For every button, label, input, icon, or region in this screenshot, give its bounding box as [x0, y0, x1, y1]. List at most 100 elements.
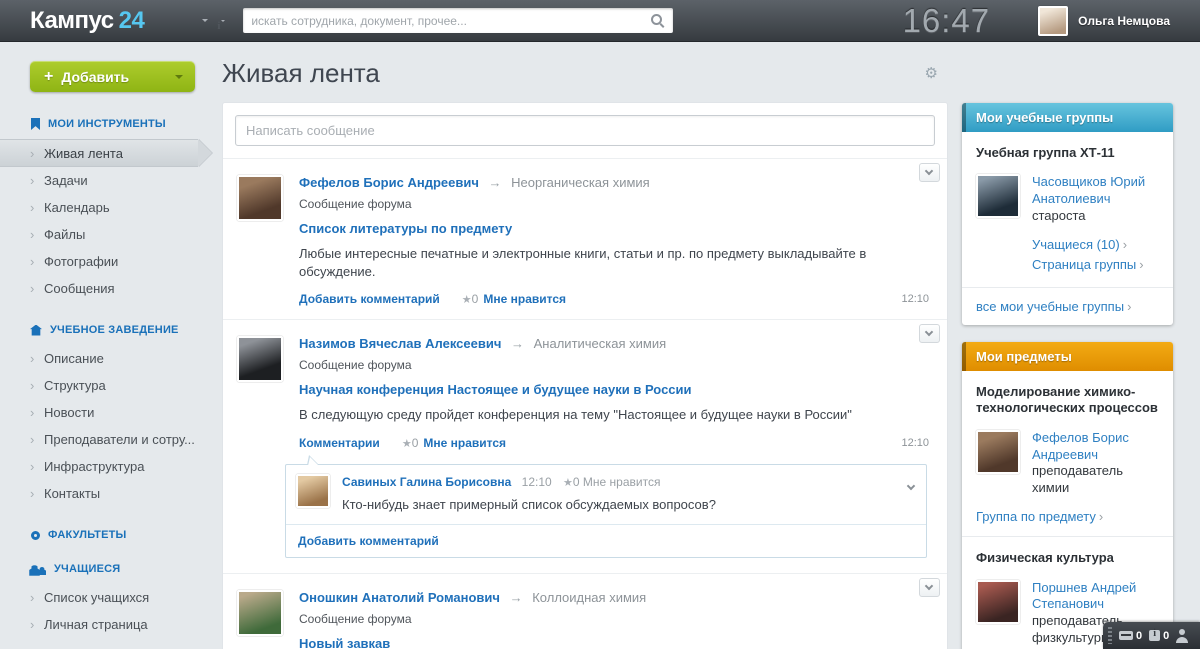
global-search [243, 8, 673, 33]
add-comment-link[interactable]: Добавить комментарий [298, 534, 439, 548]
plus-icon: + [44, 68, 53, 86]
sidebar-item-calendar[interactable]: Календарь [0, 194, 212, 221]
add-comment-link[interactable]: Добавить комментарий [299, 292, 440, 306]
avatar[interactable] [976, 580, 1020, 624]
subject-name[interactable]: Физическая культура [976, 550, 1159, 566]
bookmark-icon [31, 118, 40, 130]
post-time: 12:10 [901, 437, 929, 449]
post-author-link[interactable]: Назимов Вячеслав Алексеевич [299, 336, 501, 351]
top-bar: Кампус24 16:47 Ольга Немцова [0, 0, 1200, 42]
avatar[interactable] [237, 175, 283, 221]
comment-author-link[interactable]: Савиных Галина Борисовна [342, 475, 511, 489]
group-name[interactable]: Учебная группа ХТ-11 [976, 145, 1159, 161]
feed-post: Назимов Вячеслав Алексеевич → Аналитичес… [223, 319, 947, 572]
sidebar-item-files[interactable]: Файлы [0, 221, 212, 248]
like-label[interactable]: Мне нравится [583, 475, 661, 489]
chevron-right-icon: › [1099, 509, 1103, 524]
main-column: Живая лента ⚙ Фефелов Борис Андреевич → … [222, 42, 948, 649]
teacher-link[interactable]: Поршнев Андрей Степанович [1032, 580, 1136, 612]
feed-post: Фефелов Борис Андреевич → Неорганическая… [223, 158, 947, 319]
drag-handle-icon[interactable] [1108, 627, 1112, 644]
avatar[interactable] [296, 474, 330, 508]
post-title-link[interactable]: Научная конференция Настоящее и будущее … [299, 382, 692, 397]
students-link[interactable]: Учащиеся (10) [1032, 237, 1120, 252]
people-icon [30, 563, 46, 575]
sidebar-item-photos[interactable]: Фотографии [0, 248, 212, 275]
avatar[interactable] [237, 336, 283, 382]
app-logo[interactable]: Кампус24 [30, 7, 144, 35]
post-target-link[interactable]: Аналитическая химия [534, 336, 667, 351]
search-input[interactable] [243, 14, 651, 28]
group-page-link[interactable]: Страница группы [1032, 257, 1136, 272]
subject-name[interactable]: Моделирование химико-технологических про… [976, 384, 1159, 417]
post-author-link[interactable]: Оношкин Анатолий Романович [299, 590, 500, 605]
post-author-link[interactable]: Фефелов Борис Андреевич [299, 175, 479, 190]
like-count: 0 [472, 292, 479, 306]
add-button[interactable]: + Добавить [30, 61, 195, 92]
comments-link[interactable]: Комментарии [299, 436, 380, 450]
circle-icon [31, 531, 40, 540]
all-groups-link[interactable]: все мои учебные группы [976, 299, 1124, 314]
notification-dock: 0 0 [1103, 622, 1200, 649]
section-my-tools: МОИ ИНСТРУМЕНТЫ [0, 118, 212, 130]
house-icon [30, 325, 42, 336]
sidebar-item-infrastructure[interactable]: Инфраструктура [0, 453, 212, 480]
leader-link[interactable]: Часовщиков Юрий Анатолиевич [1032, 174, 1145, 206]
post-target-link[interactable]: Коллоидная химия [532, 590, 646, 605]
arrow-icon: → [511, 336, 524, 351]
post-title-link[interactable]: Список литературы по предмету [299, 221, 512, 236]
post-menu-chevron-icon[interactable] [919, 324, 940, 343]
post-time: 12:10 [901, 293, 929, 305]
comment-time: 12:10 [522, 475, 552, 489]
sidebar-item-live-feed[interactable]: Живая лента [0, 139, 198, 167]
dock-messages[interactable]: 0 [1119, 630, 1142, 642]
avatar[interactable] [976, 174, 1020, 218]
like-link[interactable]: Мне нравится [483, 292, 566, 306]
sidebar-item-teachers[interactable]: Преподаватели и сотру... [0, 426, 212, 453]
comment-text: Кто-нибудь знает примерный список обсужд… [342, 497, 914, 512]
post-menu-chevron-icon[interactable] [919, 578, 940, 597]
my-groups-header: Мои учебные группы [962, 103, 1173, 132]
right-sidebar: Мои учебные группы Учебная группа ХТ-11 … [962, 42, 1173, 649]
like-link[interactable]: Мне нравится [423, 436, 506, 450]
composer-input[interactable] [235, 115, 935, 146]
like-count: 0 [412, 436, 419, 450]
search-icon[interactable] [651, 14, 665, 28]
info-icon [1149, 630, 1160, 641]
post-target-link[interactable]: Неорганическая химия [511, 175, 650, 190]
teacher-link[interactable]: Фефелов Борис Андреевич [1032, 430, 1129, 462]
gear-icon[interactable]: ⚙ [925, 66, 938, 81]
post-title-link[interactable]: Новый завкав [299, 636, 390, 649]
sidebar-item-tasks[interactable]: Задачи [0, 167, 212, 194]
section-faculties[interactable]: ФАКУЛЬТЕТЫ [0, 529, 212, 541]
comment-menu-chevron-icon[interactable] [908, 477, 914, 492]
user-name: Ольга Немцова [1078, 14, 1170, 28]
leader-role: староста [1032, 208, 1159, 225]
avatar[interactable] [976, 430, 1020, 474]
subject-group-link[interactable]: Группа по предмету [976, 509, 1096, 524]
sidebar-item-messages[interactable]: Сообщения [0, 275, 212, 302]
clock: 16:47 [903, 2, 991, 40]
chevron-down-icon [175, 75, 183, 83]
sidebar-item-news[interactable]: Новости [0, 399, 212, 426]
sidebar-item-description[interactable]: Описание [0, 345, 212, 372]
sidebar-item-structure[interactable]: Структура [0, 372, 212, 399]
sidebar-item-personal-page[interactable]: Личная страница [0, 611, 212, 638]
dock-notifications[interactable]: 0 [1149, 630, 1169, 642]
messages-count: 0 [1136, 630, 1142, 642]
user-menu[interactable]: Ольга Немцова [1038, 6, 1170, 36]
logo-accent: 24 [119, 7, 145, 34]
post-menu-chevron-icon[interactable] [919, 163, 940, 182]
person-icon[interactable] [1176, 629, 1188, 643]
add-button-label: Добавить [61, 69, 129, 85]
sidebar-item-students-list[interactable]: Список учащихся [0, 584, 212, 611]
my-groups-box: Мои учебные группы Учебная группа ХТ-11 … [962, 103, 1173, 325]
sidebar-item-contacts[interactable]: Контакты [0, 480, 212, 507]
avatar[interactable] [237, 590, 283, 636]
notifications-count: 0 [1163, 630, 1169, 642]
like-count: 0 [573, 475, 580, 489]
star-icon: ★ [402, 437, 412, 450]
post-kind-label: Сообщение форума [299, 358, 929, 372]
star-icon: ★ [462, 293, 472, 306]
section-students: УЧАЩИЕСЯ [0, 563, 212, 575]
